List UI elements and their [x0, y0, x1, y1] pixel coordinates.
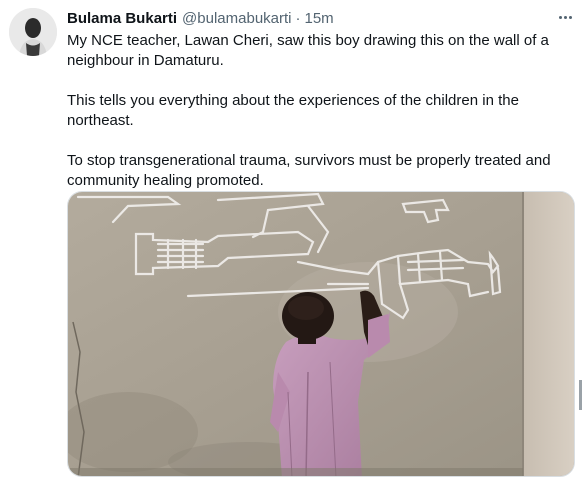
photo-boy-drawing-on-wall — [68, 192, 574, 476]
tweet-header: Bulama Bukarti @bulamabukarti · 15m — [67, 8, 572, 28]
tweet-photo[interactable] — [67, 191, 575, 477]
author-handle[interactable]: @bulamabukarti — [182, 10, 291, 27]
tweet-text: My NCE teacher, Lawan Cheri, saw this bo… — [67, 31, 567, 211]
more-options-icon[interactable] — [556, 10, 574, 24]
timestamp[interactable]: 15m — [305, 10, 334, 27]
tweet-paragraph: To stop transgenerational trauma, surviv… — [67, 152, 551, 189]
avatar-image — [9, 8, 57, 56]
tweet-card[interactable]: Bulama Bukarti @bulamabukarti · 15m My N… — [0, 0, 582, 480]
separator: · — [295, 9, 301, 27]
avatar[interactable] — [9, 8, 57, 56]
tweet-paragraph: This tells you everything about the expe… — [67, 92, 519, 129]
tweet-paragraph: My NCE teacher, Lawan Cheri, saw this bo… — [67, 32, 549, 69]
author-name[interactable]: Bulama Bukarti — [67, 10, 177, 27]
